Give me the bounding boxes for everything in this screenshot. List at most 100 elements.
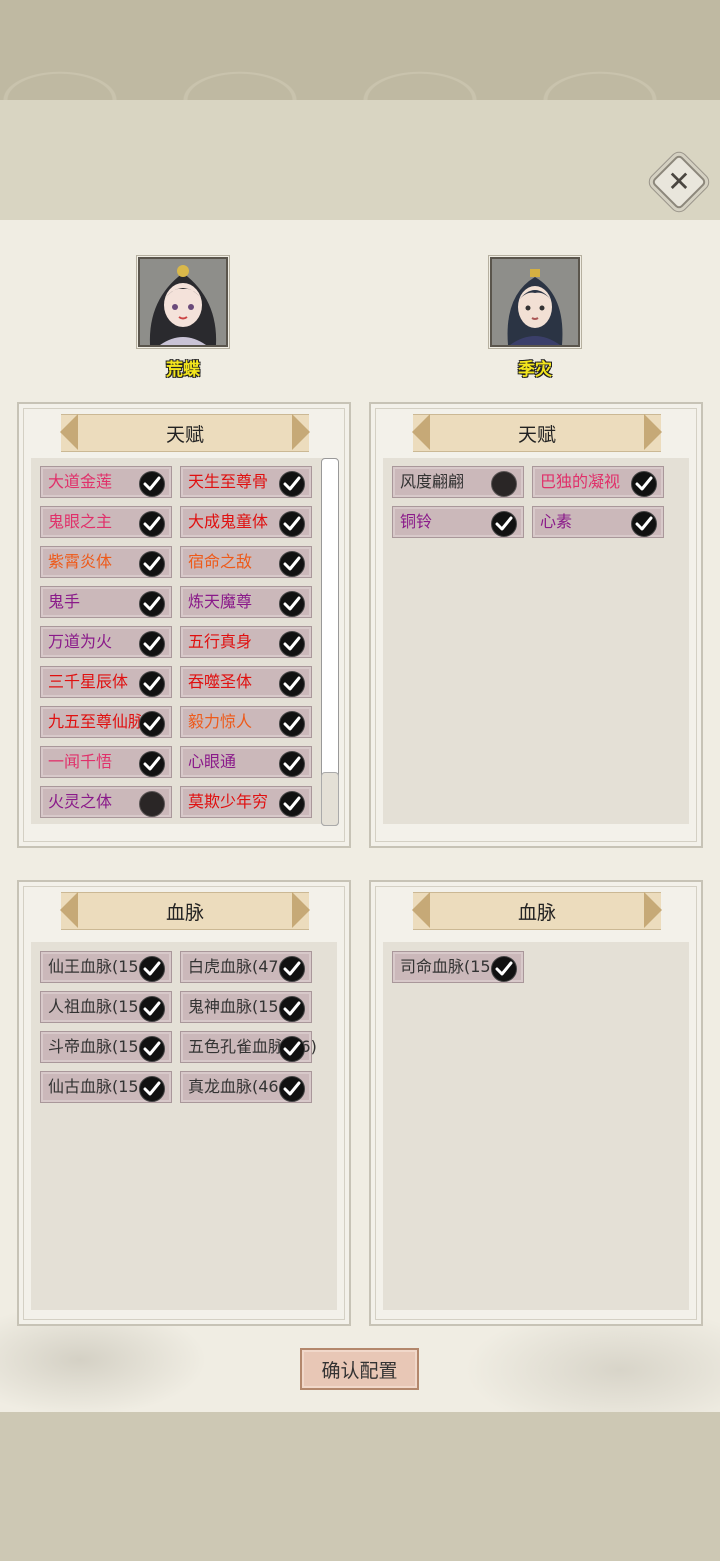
list-item[interactable]: 铜铃 [392, 506, 524, 538]
item-label: 心眼通 [188, 752, 237, 771]
checkmark-icon[interactable] [491, 511, 517, 537]
character-name: 季灾 [518, 360, 552, 380]
checkmark-icon[interactable] [139, 956, 165, 982]
item-label: 人祖血脉(15 [48, 997, 139, 1016]
checkmark-icon[interactable] [279, 631, 305, 657]
item-label: 宿命之敌 [188, 552, 253, 571]
list-item[interactable]: 斗帝血脉(15 [40, 1031, 172, 1063]
item-label: 九五至尊仙脉 [48, 712, 145, 731]
item-label: 炼天魔尊 [188, 592, 253, 611]
list-item[interactable]: 三千星辰体 [40, 666, 172, 698]
list-item[interactable]: 巴独的凝视 [532, 466, 664, 498]
checkmark-icon[interactable] [279, 751, 305, 777]
item-label: 司命血脉(15 [400, 957, 491, 976]
list-item[interactable]: 一闻千悟 [40, 746, 172, 778]
list-item[interactable]: 莫欺少年穷 [180, 786, 312, 818]
checkmark-icon[interactable] [279, 791, 305, 817]
item-label: 斗帝血脉(15 [48, 1037, 139, 1056]
list-item[interactable]: 司命血脉(15 [392, 951, 524, 983]
item-label: 风度翩翩 [400, 472, 465, 491]
list-item[interactable]: 鬼眼之主 [40, 506, 172, 538]
checkmark-icon[interactable] [279, 956, 305, 982]
item-label: 三千星辰体 [48, 672, 129, 691]
list-item[interactable]: 仙王血脉(15 [40, 951, 172, 983]
checkmark-icon[interactable] [491, 956, 517, 982]
character-right[interactable]: 季灾 [480, 255, 590, 380]
list-item[interactable]: 心素 [532, 506, 664, 538]
checkmark-icon[interactable] [139, 631, 165, 657]
list-item[interactable]: 心眼通 [180, 746, 312, 778]
right-bloodline-panel: 血脉 [369, 880, 703, 1326]
character-left[interactable]: 荒蝶 [128, 255, 238, 380]
list-item[interactable]: 人祖血脉(15 [40, 991, 172, 1023]
item-label: 大道金莲 [48, 472, 113, 491]
checkmark-icon[interactable] [139, 1036, 165, 1062]
character-name: 荒蝶 [166, 360, 200, 380]
item-label: 铜铃 [400, 512, 433, 531]
list-item[interactable]: 紫霄炎体 [40, 546, 172, 578]
bloodline-header: 血脉 [413, 892, 661, 930]
item-label: 万道为火 [48, 632, 113, 651]
list-item[interactable]: 风度翩翩 [392, 466, 524, 498]
list-item[interactable]: 万道为火 [40, 626, 172, 658]
checkmark-icon[interactable] [139, 511, 165, 537]
checkmark-icon[interactable] [279, 551, 305, 577]
checkmark-icon[interactable] [139, 996, 165, 1022]
checkmark-icon[interactable] [139, 671, 165, 697]
checkmark-icon[interactable] [279, 471, 305, 497]
list-item[interactable]: 五色孔雀血脉(46) [180, 1031, 317, 1063]
list-item[interactable]: 鬼神血脉(15 [180, 991, 312, 1023]
item-label: 白虎血脉(47 [188, 957, 279, 976]
list-item[interactable]: 白虎血脉(47 [180, 951, 312, 983]
item-label: 吞噬圣体 [188, 672, 253, 691]
checkmark-icon[interactable] [279, 996, 305, 1022]
list-item[interactable]: 宿命之敌 [180, 546, 312, 578]
checkmark-icon[interactable] [139, 711, 165, 737]
list-item[interactable]: 真龙血脉(46 [180, 1071, 312, 1103]
list-item[interactable]: 大成鬼童体 [180, 506, 312, 538]
item-label: 心素 [540, 512, 573, 531]
item-label: 火灵之体 [48, 792, 113, 811]
close-icon: ✕ [667, 165, 691, 198]
list-item[interactable]: 吞噬圣体 [180, 666, 312, 698]
right-bloodline-list[interactable] [383, 942, 689, 1310]
scrollbar[interactable] [321, 458, 339, 826]
checkmark-icon[interactable] [139, 591, 165, 617]
unchecked-icon[interactable] [491, 471, 517, 497]
item-label: 五行真身 [188, 632, 253, 651]
list-item[interactable]: 鬼手 [40, 586, 172, 618]
checkmark-icon[interactable] [279, 511, 305, 537]
checkmark-icon[interactable] [139, 471, 165, 497]
close-button[interactable]: ✕ [650, 153, 708, 211]
item-label: 鬼眼之主 [48, 512, 113, 531]
confirm-config-button[interactable]: 确认配置 [300, 1348, 419, 1390]
checkmark-icon[interactable] [139, 1076, 165, 1102]
checkmark-icon[interactable] [279, 1076, 305, 1102]
checkmark-icon[interactable] [279, 671, 305, 697]
checkmark-icon[interactable] [139, 751, 165, 777]
list-item[interactable]: 九五至尊仙脉 [40, 706, 172, 738]
checkmark-icon[interactable] [631, 511, 657, 537]
talent-header: 天赋 [413, 414, 661, 452]
item-label: 天生至尊骨 [188, 472, 269, 491]
avatar[interactable] [488, 255, 582, 349]
scrollbar-thumb[interactable] [321, 772, 339, 826]
avatar[interactable] [136, 255, 230, 349]
unchecked-icon[interactable] [139, 791, 165, 817]
checkmark-icon[interactable] [139, 551, 165, 577]
checkmark-icon[interactable] [279, 1036, 305, 1062]
item-label: 鬼手 [48, 592, 81, 611]
list-item[interactable]: 炼天魔尊 [180, 586, 312, 618]
item-label: 紫霄炎体 [48, 552, 113, 571]
list-item[interactable]: 大道金莲 [40, 466, 172, 498]
checkmark-icon[interactable] [631, 471, 657, 497]
item-label: 鬼神血脉(15 [188, 997, 279, 1016]
list-item[interactable]: 仙古血脉(15 [40, 1071, 172, 1103]
checkmark-icon[interactable] [279, 591, 305, 617]
header-strip [0, 100, 720, 220]
list-item[interactable]: 五行真身 [180, 626, 312, 658]
list-item[interactable]: 毅力惊人 [180, 706, 312, 738]
list-item[interactable]: 天生至尊骨 [180, 466, 312, 498]
list-item[interactable]: 火灵之体 [40, 786, 172, 818]
checkmark-icon[interactable] [279, 711, 305, 737]
